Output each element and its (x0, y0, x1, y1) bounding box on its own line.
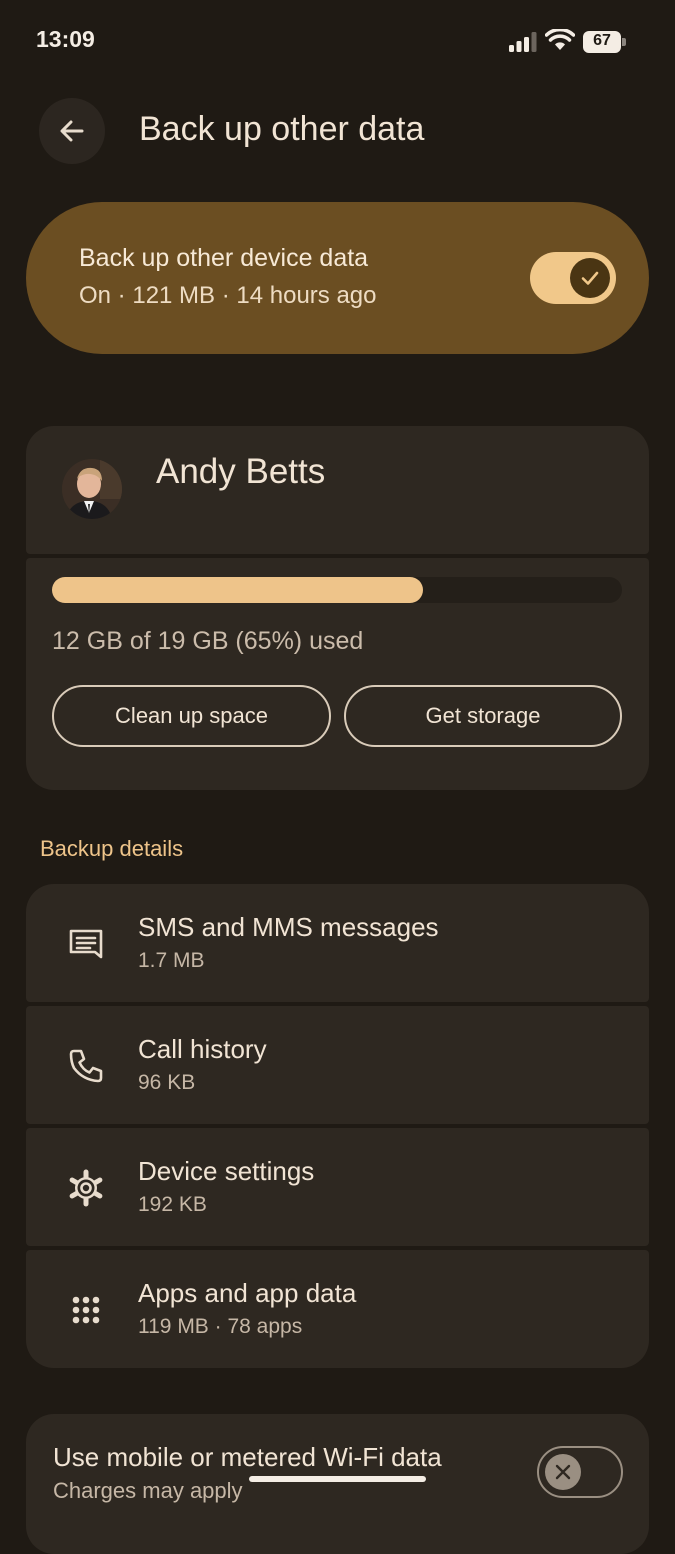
mobile-data-setting[interactable]: Use mobile or metered Wi-Fi data Charges… (26, 1414, 649, 1554)
storage-card: 12 GB of 19 GB (65%) used Clean up space… (26, 558, 649, 790)
backup-item-title: SMS and MMS messages (138, 912, 439, 942)
backup-device-data-title: Back up other device data (79, 244, 369, 272)
backup-item-apps[interactable]: Apps and app data 119 MB · 78 apps (26, 1250, 649, 1368)
storage-progress-bar (52, 577, 622, 603)
status-time: 13:09 (36, 26, 95, 52)
home-indicator[interactable] (249, 1476, 426, 1482)
check-icon (581, 271, 599, 285)
battery-indicator: 67 (583, 31, 627, 53)
status-bar: 13:09 67 (0, 0, 675, 84)
page-title: Back up other data (139, 110, 425, 148)
backup-details-header: Backup details (40, 836, 184, 861)
signal-icon (509, 32, 537, 52)
wifi-icon (545, 29, 575, 50)
backup-item-device-settings[interactable]: Device settings 192 KB (26, 1128, 649, 1246)
backup-item-title: Apps and app data (138, 1278, 357, 1308)
phone-icon (69, 1049, 103, 1083)
storage-usage-text: 12 GB of 19 GB (65%) used (52, 627, 364, 655)
backup-item-call-history[interactable]: Call history 96 KB (26, 1006, 649, 1124)
backup-item-title: Device settings (138, 1156, 315, 1186)
mobile-data-title: Use mobile or metered Wi-Fi data (53, 1442, 442, 1472)
backup-item-size: 192 KB (138, 1193, 207, 1216)
gear-icon (69, 1169, 103, 1207)
battery-tip (622, 38, 626, 46)
message-icon (69, 929, 103, 959)
mobile-data-subtitle: Charges may apply (53, 1478, 243, 1503)
backup-device-data-card[interactable]: Back up other device data On · 121 MB · … (26, 202, 649, 354)
backup-item-title: Call history (138, 1034, 267, 1064)
account-name: Andy Betts (156, 452, 326, 491)
battery-level: 67 (593, 32, 611, 49)
mobile-data-toggle[interactable] (537, 1446, 623, 1498)
backup-item-size: 119 MB · 78 apps (138, 1315, 303, 1338)
toggle-thumb (545, 1454, 581, 1490)
backup-device-data-status: On · 121 MB · 14 hours ago (79, 282, 377, 309)
backup-item-sms[interactable]: SMS and MMS messages 1.7 MB (26, 884, 649, 1002)
account-card: Andy Betts (26, 426, 649, 554)
toggle-thumb (570, 258, 610, 298)
close-icon (555, 1464, 571, 1480)
backup-item-size: 96 KB (138, 1071, 196, 1094)
clean-up-space-button[interactable]: Clean up space (52, 685, 331, 747)
backup-device-data-toggle[interactable] (530, 252, 616, 304)
backup-item-size: 1.7 MB (138, 949, 205, 972)
get-storage-button[interactable]: Get storage (344, 685, 622, 747)
arrow-back-icon (60, 120, 84, 142)
avatar[interactable] (62, 459, 122, 519)
avatar-image (62, 459, 122, 519)
storage-progress-fill (52, 577, 423, 603)
back-button[interactable] (39, 98, 105, 164)
apps-grid-icon (72, 1296, 100, 1324)
